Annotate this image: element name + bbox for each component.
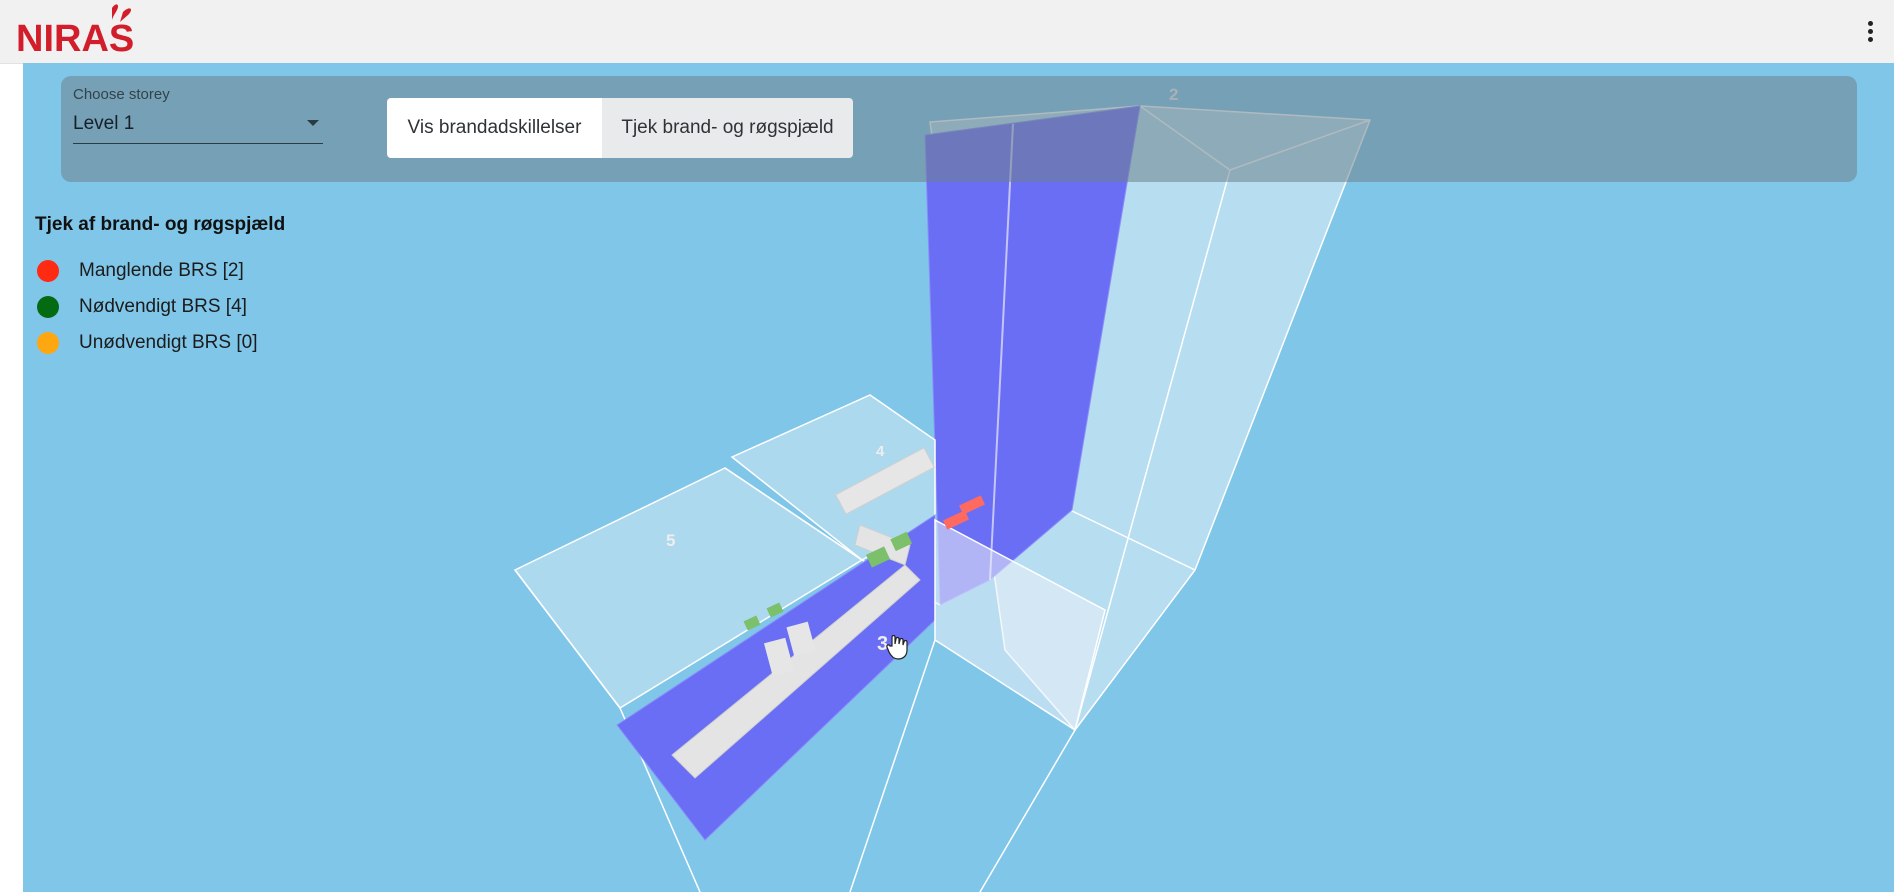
green-dot-icon (37, 296, 59, 318)
damper-legend: Tjek af brand- og røgspjæld Manglende BR… (35, 214, 285, 364)
hand-cursor-icon (886, 634, 908, 660)
storey-select-value[interactable]: Level 1 (73, 113, 134, 135)
room-label-5: 5 (666, 531, 676, 550)
more-options-icon[interactable] (1858, 18, 1882, 48)
building-model[interactable] (23, 63, 1894, 892)
niras-logo: NIRAS (16, 4, 134, 56)
legend-item-missing: Manglende BRS [2] (35, 256, 285, 292)
storey-select-underline (73, 143, 323, 144)
legend-title: Tjek af brand- og røgspjæld (35, 214, 286, 235)
storey-select[interactable]: Choose storey Level 1 (73, 86, 323, 144)
legend-item-unnecessary: Unødvendigt BRS [0] (35, 328, 285, 364)
legend-item-label: Unødvendigt BRS [0] (79, 332, 258, 353)
orange-dot-icon (37, 332, 59, 354)
app-bar: NIRAS (0, 0, 1894, 64)
legend-item-required: Nødvendigt BRS [4] (35, 292, 285, 328)
svg-text:NIRAS: NIRAS (16, 18, 134, 56)
storey-select-label: Choose storey (73, 86, 170, 103)
chevron-down-icon[interactable] (307, 120, 319, 126)
toolbar-panel (61, 76, 1857, 182)
red-dot-icon (37, 260, 59, 282)
check-dampers-button[interactable]: Tjek brand- og røgspjæld (602, 98, 853, 158)
legend-item-label: Manglende BRS [2] (79, 260, 244, 281)
3d-viewport[interactable]: 2 4 5 3 (23, 63, 1894, 892)
show-fire-separations-button[interactable]: Vis brandadskillelser (387, 98, 602, 158)
room-label-4: 4 (876, 443, 885, 460)
legend-item-label: Nødvendigt BRS [4] (79, 296, 247, 317)
